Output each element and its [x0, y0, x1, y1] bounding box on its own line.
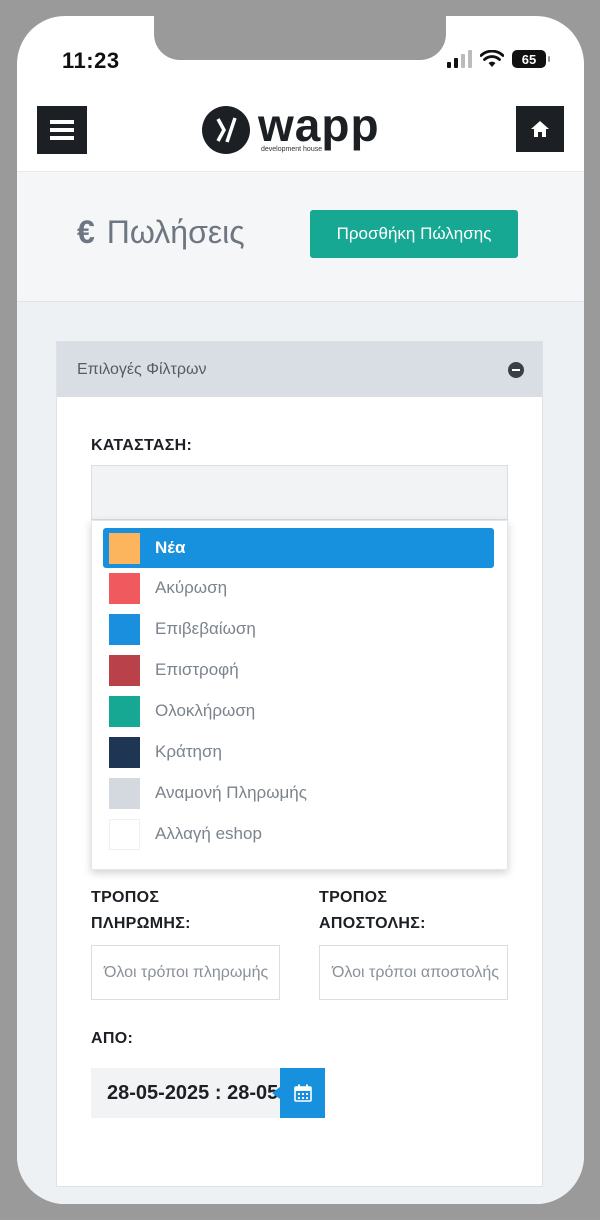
- status-dropdown: Νέα Ακύρωση Επιβεβαίωση Επιστροφή Ολοκλή…: [91, 520, 508, 870]
- menu-bar: [50, 120, 74, 124]
- status-option[interactable]: Αναμονή Πληρωμής: [103, 773, 494, 813]
- from-date-label: ΑΠΟ:: [91, 1030, 134, 1047]
- status-option-label: Ολοκλήρωση: [155, 701, 256, 720]
- shipping-label-line1: ΤΡΟΠΟΣ: [319, 889, 388, 906]
- status-option-label: Αναμονή Πληρωμής: [155, 783, 307, 802]
- page-title: € Πωλήσεις: [77, 214, 245, 251]
- filter-panel-header[interactable]: Επιλογές Φίλτρων: [57, 342, 542, 397]
- wapp-logo[interactable]: wapp development house: [200, 99, 405, 160]
- status-option-label: Αλλαγή eshop: [155, 824, 262, 843]
- status-color-swatch: [109, 654, 140, 686]
- shipping-label-line2: ΑΠΟΣΤΟΛΗΣ:: [319, 915, 426, 932]
- signal-icon: [447, 50, 472, 68]
- logo-mark-icon: [202, 106, 250, 154]
- payment-label-line1: ΤΡΟΠΟΣ: [91, 889, 160, 906]
- page-header: € Πωλήσεις Προσθήκη Πώλησης: [17, 172, 584, 302]
- status-option[interactable]: Κράτηση: [103, 732, 494, 772]
- date-range-input[interactable]: 28-05-2025 : 28-05-2025: [91, 1068, 281, 1118]
- calendar-icon: [293, 1084, 312, 1102]
- notch: [154, 16, 446, 60]
- status-color-swatch: [109, 818, 140, 850]
- calendar-button[interactable]: [272, 1068, 325, 1118]
- menu-bar: [50, 128, 74, 132]
- logo-text: wapp: [258, 99, 380, 151]
- euro-icon: €: [77, 214, 95, 250]
- status-color-swatch: [109, 736, 140, 768]
- phone-frame: 11:23 65 wapp development house € Πωλήσε…: [17, 16, 584, 1204]
- add-sale-button[interactable]: Προσθήκη Πώλησης: [310, 210, 518, 258]
- collapse-icon[interactable]: [508, 361, 524, 378]
- top-navbar: wapp development house: [17, 96, 584, 172]
- wifi-icon: [480, 50, 504, 67]
- status-option[interactable]: Ακύρωση: [103, 568, 494, 608]
- status-option[interactable]: Αλλαγή eshop: [103, 814, 494, 854]
- status-icons: 65: [447, 50, 550, 68]
- status-color-swatch: [109, 777, 140, 809]
- status-option[interactable]: Νέα: [103, 528, 494, 568]
- status-option-label: Επιβεβαίωση: [155, 619, 256, 638]
- status-option[interactable]: Επιστροφή: [103, 650, 494, 690]
- payment-method-select[interactable]: Όλοι τρόποι πληρωμής: [91, 945, 280, 1000]
- hamburger-menu-button[interactable]: [37, 106, 87, 154]
- status-select[interactable]: [91, 465, 508, 520]
- status-option-label: Νέα: [155, 538, 186, 557]
- status-option-label: Κράτηση: [155, 742, 222, 761]
- home-button[interactable]: [516, 106, 564, 152]
- home-icon: [531, 121, 549, 137]
- date-range-field: 28-05-2025 : 28-05-2025: [91, 1068, 325, 1118]
- battery-icon: 65: [512, 50, 550, 68]
- status-option-label: Ακύρωση: [155, 578, 228, 597]
- filter-panel-title: Επιλογές Φίλτρων: [77, 360, 207, 378]
- status-option[interactable]: Επιβεβαίωση: [103, 609, 494, 649]
- shipping-method-select[interactable]: Όλοι τρόποι αποστολής: [319, 945, 508, 1000]
- page-title-text: Πωλήσεις: [106, 214, 245, 250]
- payment-label-line2: ΠΛΗΡΩΜΗΣ:: [91, 915, 191, 932]
- status-color-swatch: [109, 532, 140, 564]
- status-label: ΚΑΤΑΣΤΑΣΗ:: [91, 437, 193, 454]
- status-color-swatch: [109, 613, 140, 645]
- status-option-label: Επιστροφή: [155, 660, 239, 679]
- status-color-swatch: [109, 572, 140, 604]
- menu-bar: [50, 136, 74, 140]
- status-time: 11:23: [62, 48, 120, 73]
- status-color-swatch: [109, 695, 140, 727]
- logo-subtitle: development house: [261, 146, 323, 153]
- status-option[interactable]: Ολοκλήρωση: [103, 691, 494, 731]
